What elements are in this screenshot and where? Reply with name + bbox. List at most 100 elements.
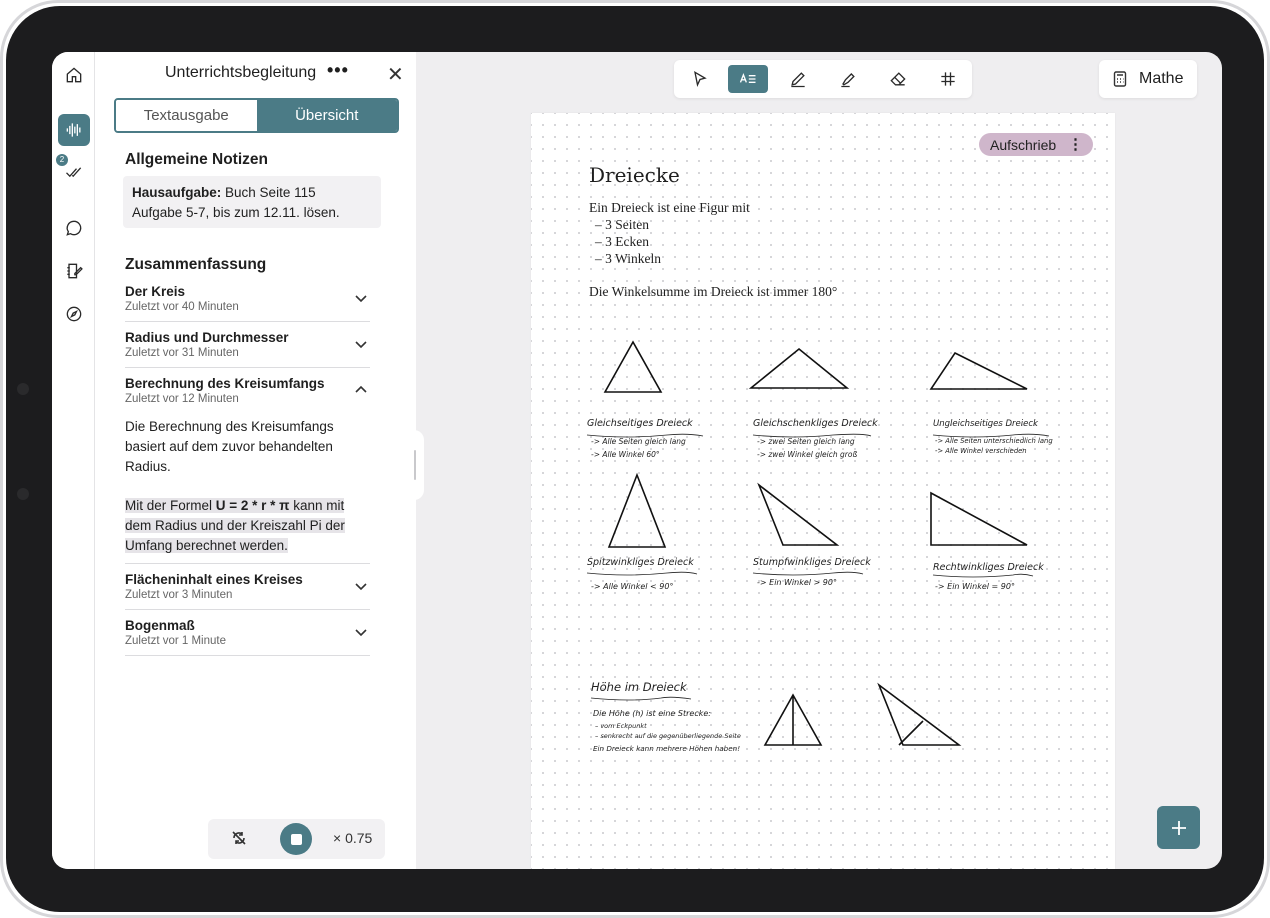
sketch-note: -> zwei Seiten gleich lang	[757, 437, 855, 446]
summary-item-title: Bogenmaß	[125, 618, 195, 633]
tasks-badge: 2	[56, 154, 68, 166]
sketch-title: Rechtwinkliges Dreieck	[933, 562, 1044, 573]
sketch-note: -> Ein Winkel > 90°	[757, 578, 837, 587]
note-line2: Aufgabe 5-7, bis zum 12.11. lösen.	[132, 205, 340, 220]
more-options-button[interactable]: •••	[327, 60, 349, 81]
summary-item[interactable]: Bogenmaß Zuletzt vor 1 Minute	[125, 618, 370, 656]
height-line: Ein Dreieck kann mehrere Höhen haben!	[593, 744, 740, 753]
drawing-toolbar	[674, 60, 972, 98]
chevron-up-icon[interactable]	[354, 383, 368, 397]
height-triangle-1	[763, 693, 823, 746]
body-line: dem Radius und der Kreiszahl Pi der	[125, 518, 345, 533]
homework-note[interactable]: Hausaufgabe: Buch Seite 115 Aufgabe 5-7,…	[123, 176, 381, 228]
chevron-down-icon[interactable]	[354, 291, 368, 305]
handwritten-sketches: Gleichseitiges Dreieck -> Alle Seiten gl…	[586, 340, 1053, 753]
summary-item-time: Zuletzt vor 3 Minuten	[125, 589, 233, 601]
obtuse-triangle	[757, 482, 840, 546]
panel-title: Unterrichtsbegleitung	[165, 64, 317, 81]
lesson-companion-panel: Unterrichtsbegleitung ••• ✕ Textausgabe …	[95, 52, 416, 869]
icon-rail: 2	[52, 52, 95, 869]
audio-waveform-icon[interactable]	[58, 114, 90, 146]
chevron-down-icon[interactable]	[354, 625, 368, 639]
subject-button[interactable]: Mathe	[1099, 60, 1197, 98]
bezel-camera-dot	[17, 383, 29, 395]
notebook-page[interactable]: Aufschrieb ⋮ Dreiecke Ein Dreieck ist ei…	[531, 113, 1115, 869]
screen: 2 Unterrichtsbegleitung ••• ✕ Textausgab…	[52, 52, 1222, 869]
playback-speed[interactable]: × 0.75	[333, 830, 372, 846]
right-triangle	[930, 491, 1028, 546]
body-line: kann mit	[289, 498, 345, 513]
sketch-note: -> zwei Winkel gleich groß	[757, 450, 857, 459]
eraser-tool-icon[interactable]	[878, 65, 918, 93]
note-label: Hausaufgabe:	[132, 185, 222, 200]
summary-item-time: Zuletzt vor 1 Minute	[125, 635, 226, 647]
tab-uebersicht[interactable]: Übersicht	[256, 100, 397, 131]
equilateral-triangle	[603, 340, 663, 393]
scalene-triangle	[929, 351, 1028, 390]
body-line: Die Berechnung des Kreisumfangs	[125, 419, 334, 434]
pen-tool-icon[interactable]	[778, 65, 818, 93]
panel-header: Unterrichtsbegleitung ••• ✕	[95, 60, 416, 92]
sketch-note: -> Alle Winkel verschieden	[935, 447, 1027, 455]
calculator-icon	[1113, 71, 1127, 87]
sketch-title: Gleichschenkliges Dreieck	[753, 418, 878, 429]
summary-item-title: Berechnung des Kreisumfangs	[125, 376, 325, 391]
body-line: Radius.	[125, 459, 171, 474]
isosceles-triangle	[748, 347, 850, 389]
body-line: Umfang berechnet werden.	[125, 538, 288, 553]
sketch-note: -> Alle Seiten gleich lang	[591, 437, 686, 446]
acute-triangle	[607, 472, 667, 548]
tab-textausgabe[interactable]: Textausgabe	[116, 100, 257, 131]
text-tool-icon[interactable]	[728, 65, 768, 93]
height-line: – senkrecht auf die gegenüberliegende Se…	[595, 732, 741, 740]
sketch-title: Gleichseitiges Dreieck	[587, 418, 693, 429]
summary-item[interactable]: Flächeninhalt eines Kreises Zuletzt vor …	[125, 572, 370, 610]
add-button[interactable]	[1157, 806, 1200, 849]
summary-heading: Zusammenfassung	[125, 256, 267, 273]
view-toggle: Textausgabe Übersicht	[114, 98, 399, 133]
audio-player: × 0.75	[208, 819, 385, 859]
summary-item[interactable]: Radius und Durchmesser Zuletzt vor 31 Mi…	[125, 330, 370, 368]
tasks-check-icon[interactable]: 2	[56, 154, 90, 188]
sketch-title: Stumpfwinkliges Dreieck	[753, 557, 871, 568]
summary-item-time: Zuletzt vor 40 Minuten	[125, 301, 239, 313]
notebook-edit-icon[interactable]	[58, 255, 90, 287]
close-panel-button[interactable]: ✕	[387, 62, 404, 87]
note-line1: Buch Seite 115	[221, 185, 316, 200]
summary-item-time: Zuletzt vor 12 Minuten	[125, 393, 239, 405]
stop-icon	[290, 833, 302, 845]
subject-label: Mathe	[1139, 70, 1184, 87]
summary-item-title: Flächeninhalt eines Kreises	[125, 572, 303, 587]
sync-off-icon[interactable]	[230, 829, 248, 847]
home-icon[interactable]	[58, 59, 90, 91]
summary-item-title: Der Kreis	[125, 284, 186, 299]
sketch-note: -> Alle Seiten unterschiedlich lang	[935, 437, 1053, 445]
sketch-note: -> Ein Winkel = 90°	[935, 582, 1015, 591]
sketch-title: Ungleichseitiges Dreieck	[933, 419, 1039, 429]
sketch-title: Spitzwinkliges Dreieck	[587, 557, 694, 568]
chevron-down-icon[interactable]	[354, 579, 368, 593]
summary-item-body: Die Berechnung des Kreisumfangs basiert …	[125, 417, 365, 556]
cursor-tool-icon[interactable]	[680, 65, 720, 93]
chevron-down-icon[interactable]	[354, 337, 368, 351]
compass-icon[interactable]	[58, 298, 90, 330]
panel-resize-handle[interactable]	[408, 430, 424, 500]
plus-icon	[1171, 820, 1186, 835]
height-line: – vom Eckpunkt	[595, 722, 647, 730]
chat-bubble-icon[interactable]	[58, 212, 90, 244]
summary-item-title: Radius und Durchmesser	[125, 330, 289, 345]
height-title: Höhe im Dreieck	[591, 680, 688, 694]
notes-heading: Allgemeine Notizen	[125, 151, 268, 168]
highlighter-tool-icon[interactable]	[828, 65, 868, 93]
height-triangle-2	[877, 682, 962, 746]
grid-tool-icon[interactable]	[928, 65, 968, 93]
sketch-note: -> Alle Winkel < 90°	[591, 582, 673, 591]
sketch-note: -> Alle Winkel 60°	[591, 450, 660, 459]
height-line: Die Höhe (h) ist eine Strecke:	[593, 709, 711, 718]
stop-button[interactable]	[280, 823, 312, 855]
summary-item-time: Zuletzt vor 31 Minuten	[125, 347, 239, 359]
summary-item[interactable]: Der Kreis Zuletzt vor 40 Minuten	[125, 284, 370, 322]
formula: U = 2 * r * π	[215, 498, 290, 513]
body-line: Mit der Formel	[125, 498, 216, 513]
bezel-button	[17, 488, 29, 500]
